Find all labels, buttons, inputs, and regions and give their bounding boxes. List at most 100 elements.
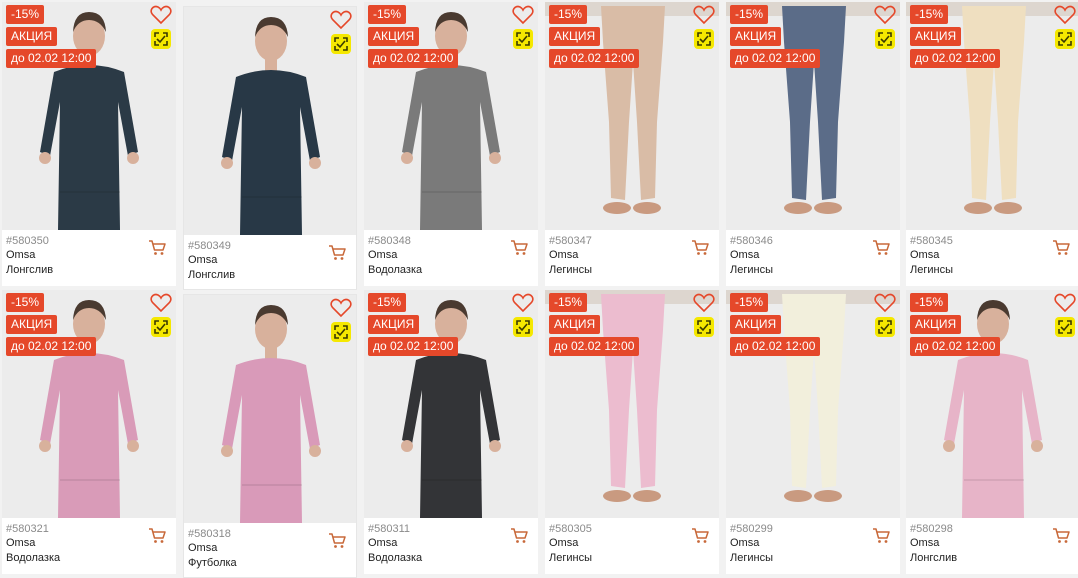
cart-icon[interactable] — [328, 245, 346, 261]
product-type: Легинсы — [549, 264, 592, 276]
product-card[interactable]: -15% АКЦИЯ до 02.02 12:00 #580348 Omsa Водола… — [364, 2, 538, 286]
heart-icon[interactable] — [150, 293, 172, 313]
product-sku: #580346 — [730, 235, 773, 247]
lightning-icon — [694, 317, 714, 337]
promo-deadline: до 02.02 12:00 — [6, 49, 97, 68]
heart-icon[interactable] — [1054, 5, 1076, 25]
product-card[interactable]: -15% АКЦИЯ до 02.02 12:00 #580299 Omsa Легинс… — [726, 290, 900, 574]
promo-badge: АКЦИЯ — [549, 315, 601, 334]
product-info: #580311 Omsa Водолазка — [368, 522, 508, 566]
product-card[interactable]: #580318 Omsa Футболка — [183, 294, 357, 578]
cart-icon[interactable] — [1052, 528, 1070, 544]
lightning-icon — [151, 317, 171, 337]
product-brand: Omsa — [549, 249, 579, 261]
product-card[interactable]: -15% АКЦИЯ до 02.02 12:00 #580347 Omsa Легинс… — [545, 2, 719, 286]
product-brand: Omsa — [368, 249, 398, 261]
product-info: #580318 Omsa Футболка — [188, 527, 328, 571]
product-brand: Omsa — [910, 249, 940, 261]
heart-icon[interactable] — [874, 5, 896, 25]
product-type: Легинсы — [730, 552, 773, 564]
discount-badge: -15% — [549, 293, 588, 312]
product-card[interactable]: -15% АКЦИЯ до 02.02 12:00 #580305 Omsa Легинс… — [545, 290, 719, 574]
product-info: #580347 Omsa Легинсы — [549, 234, 689, 278]
product-grid: -15% АКЦИЯ до 02.02 12:00 #580350 Omsa Лонгсл… — [0, 0, 1078, 578]
cart-icon[interactable] — [1052, 240, 1070, 256]
promo-badge: АКЦИЯ — [368, 27, 420, 46]
cart-icon[interactable] — [328, 533, 346, 549]
promo-badge: АКЦИЯ — [549, 27, 601, 46]
product-sku: #580345 — [910, 235, 953, 247]
product-card[interactable]: -15% АКЦИЯ до 02.02 12:00 #580321 Omsa Водола… — [2, 290, 176, 574]
product-info: #580298 Omsa Лонгслив — [910, 522, 1050, 566]
lightning-icon — [151, 29, 171, 49]
product-sku: #580305 — [549, 523, 592, 535]
discount-badge: -15% — [910, 293, 949, 312]
product-sku: #580347 — [549, 235, 592, 247]
cart-icon[interactable] — [148, 528, 166, 544]
discount-badge: -15% — [549, 5, 588, 24]
promo-badge: АКЦИЯ — [910, 27, 962, 46]
lightning-icon — [331, 322, 351, 342]
lightning-icon — [694, 29, 714, 49]
product-brand: Omsa — [368, 537, 398, 549]
product-card[interactable]: -15% АКЦИЯ до 02.02 12:00 #580345 Omsa Легинс… — [906, 2, 1078, 286]
promo-deadline: до 02.02 12:00 — [730, 49, 821, 68]
product-card[interactable]: -15% АКЦИЯ до 02.02 12:00 #580350 Omsa Лонгсл… — [2, 2, 176, 286]
product-sku: #580298 — [910, 523, 953, 535]
product-brand: Omsa — [6, 249, 36, 261]
product-type: Легинсы — [549, 552, 592, 564]
heart-icon[interactable] — [512, 5, 534, 25]
promo-deadline: до 02.02 12:00 — [910, 337, 1001, 356]
heart-icon[interactable] — [330, 10, 352, 30]
product-sku: #580321 — [6, 523, 49, 535]
promo-badge: АКЦИЯ — [368, 315, 420, 334]
product-type: Лонгслив — [6, 264, 54, 276]
cart-icon[interactable] — [510, 240, 528, 256]
product-type: Легинсы — [910, 264, 953, 276]
product-info: #580348 Omsa Водолазка — [368, 234, 508, 278]
cart-icon[interactable] — [510, 528, 528, 544]
product-brand: Omsa — [910, 537, 940, 549]
cart-icon[interactable] — [148, 240, 166, 256]
heart-icon[interactable] — [150, 5, 172, 25]
heart-icon[interactable] — [693, 5, 715, 25]
promo-badge: АКЦИЯ — [730, 27, 782, 46]
product-card[interactable]: -15% АКЦИЯ до 02.02 12:00 #580298 Omsa Лонгсл… — [906, 290, 1078, 574]
product-type: Водолазка — [6, 552, 61, 564]
promo-badge: АКЦИЯ — [6, 27, 58, 46]
discount-badge: -15% — [368, 5, 407, 24]
product-info: #580345 Omsa Легинсы — [910, 234, 1050, 278]
heart-icon[interactable] — [512, 293, 534, 313]
product-sku: #580350 — [6, 235, 49, 247]
promo-deadline: до 02.02 12:00 — [368, 337, 459, 356]
promo-deadline: до 02.02 12:00 — [6, 337, 97, 356]
discount-badge: -15% — [730, 5, 769, 24]
product-card[interactable]: -15% АКЦИЯ до 02.02 12:00 #580311 Omsa Водола… — [364, 290, 538, 574]
cart-icon[interactable] — [872, 528, 890, 544]
discount-badge: -15% — [6, 5, 45, 24]
cart-icon[interactable] — [872, 240, 890, 256]
discount-badge: -15% — [368, 293, 407, 312]
cart-icon[interactable] — [691, 528, 709, 544]
product-sku: #580299 — [730, 523, 773, 535]
product-type: Лонгслив — [910, 552, 958, 564]
product-brand: Omsa — [730, 249, 760, 261]
product-type: Футболка — [188, 557, 237, 569]
product-sku: #580318 — [188, 528, 231, 540]
cart-icon[interactable] — [691, 240, 709, 256]
product-info: #580349 Omsa Лонгслив — [188, 239, 328, 283]
heart-icon[interactable] — [330, 298, 352, 318]
heart-icon[interactable] — [1054, 293, 1076, 313]
product-sku: #580348 — [368, 235, 411, 247]
promo-deadline: до 02.02 12:00 — [549, 49, 640, 68]
discount-badge: -15% — [6, 293, 45, 312]
product-type: Водолазка — [368, 264, 423, 276]
promo-badge: АКЦИЯ — [910, 315, 962, 334]
product-card[interactable]: #580349 Omsa Лонгслив — [183, 6, 357, 290]
heart-icon[interactable] — [693, 293, 715, 313]
heart-icon[interactable] — [874, 293, 896, 313]
product-type: Водолазка — [368, 552, 423, 564]
product-brand: Omsa — [188, 254, 218, 266]
product-card[interactable]: -15% АКЦИЯ до 02.02 12:00 #580346 Omsa Легинс… — [726, 2, 900, 286]
discount-badge: -15% — [730, 293, 769, 312]
